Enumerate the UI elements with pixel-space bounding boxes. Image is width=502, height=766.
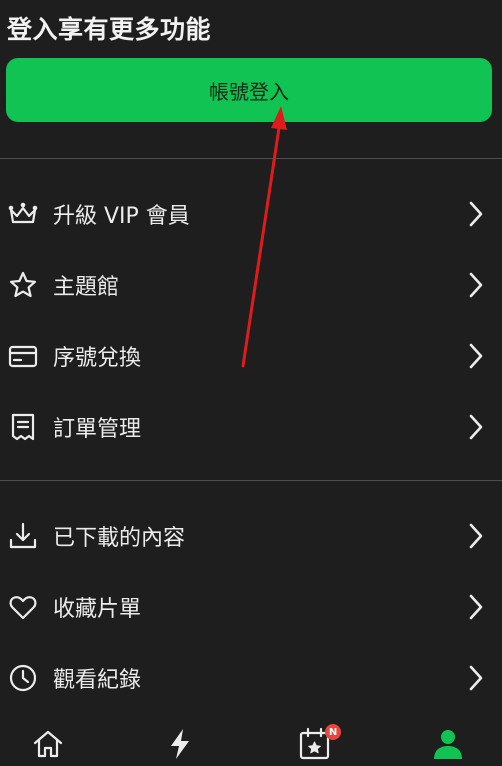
star-icon — [8, 270, 38, 300]
menu-item-redeem[interactable]: 序號兌換 — [0, 326, 502, 386]
nav-profile[interactable] — [430, 726, 470, 762]
clock-icon — [8, 663, 38, 693]
chevron-right-icon — [468, 593, 484, 621]
chevron-right-icon — [468, 664, 484, 692]
chevron-right-icon — [468, 522, 484, 550]
login-button[interactable]: 帳號登入 — [6, 58, 492, 122]
menu-item-label: 序號兌換 — [53, 346, 142, 371]
nav-schedule[interactable]: N — [297, 724, 341, 762]
menu-item-label: 訂單管理 — [53, 417, 142, 442]
menu-item-label: 收藏片單 — [53, 597, 142, 622]
chevron-right-icon — [468, 413, 484, 441]
page-title: 登入享有更多功能 — [7, 15, 212, 44]
menu-item-label: 觀看紀錄 — [53, 668, 142, 693]
notification-badge: N — [325, 724, 341, 740]
nav-lightning[interactable] — [162, 726, 202, 762]
menu-item-theme[interactable]: 主題館 — [0, 255, 502, 315]
lightning-icon — [171, 729, 189, 759]
menu-item-vip[interactable]: 升級 VIP 會員 — [0, 184, 502, 244]
divider — [0, 480, 502, 481]
nav-home[interactable] — [30, 726, 70, 762]
menu-item-history[interactable]: 觀看紀錄 — [0, 648, 502, 708]
divider — [0, 158, 502, 159]
download-icon — [8, 521, 38, 551]
crown-icon — [8, 199, 38, 229]
menu-item-favorites[interactable]: 收藏片單 — [0, 577, 502, 637]
heart-icon — [8, 592, 38, 622]
person-icon — [434, 730, 462, 759]
menu-item-label: 已下載的內容 — [53, 526, 186, 551]
card-icon — [8, 341, 38, 371]
receipt-icon — [8, 412, 38, 442]
bottom-nav: N — [0, 720, 502, 766]
menu-item-orders[interactable]: 訂單管理 — [0, 397, 502, 457]
login-button-label: 帳號登入 — [209, 79, 289, 104]
home-icon — [33, 730, 63, 758]
chevron-right-icon — [468, 200, 484, 228]
chevron-right-icon — [468, 271, 484, 299]
menu-item-label: 升級 VIP 會員 — [53, 204, 190, 229]
chevron-right-icon — [468, 342, 484, 370]
menu-item-downloads[interactable]: 已下載的內容 — [0, 506, 502, 566]
menu-item-label: 主題館 — [53, 275, 120, 300]
